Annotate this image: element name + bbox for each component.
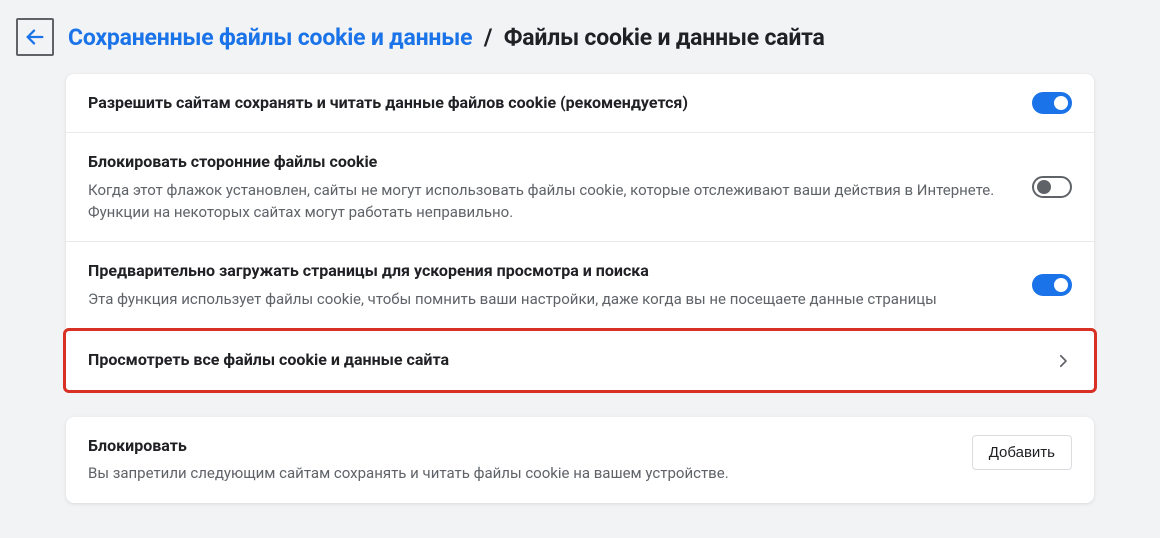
block-section-header: Блокировать Вы запретили следующим сайта… xyxy=(66,417,1094,503)
toggle-preload[interactable] xyxy=(1032,274,1072,296)
page-header: Сохраненные файлы cookie и данные / Файл… xyxy=(0,0,1160,74)
highlighted-row-container: Просмотреть все файлы cookie и данные са… xyxy=(63,328,1097,392)
setting-description: Когда этот флажок установлен, сайты не м… xyxy=(88,180,1012,224)
arrow-left-icon xyxy=(24,26,46,48)
toggle-block-third-party[interactable] xyxy=(1032,176,1072,198)
setting-title: Просмотреть все файлы cookie и данные са… xyxy=(88,349,1034,371)
breadcrumb-link[interactable]: Сохраненные файлы cookie и данные xyxy=(68,24,472,51)
setting-block-third-party: Блокировать сторонние файлы cookie Когда… xyxy=(66,133,1094,242)
block-section-description: Вы запретили следующим сайтам сохранять … xyxy=(88,463,952,485)
chevron-right-icon xyxy=(1054,352,1072,370)
setting-title: Разрешить сайтам сохранять и читать данн… xyxy=(88,92,1012,114)
see-all-cookies-link[interactable]: Просмотреть все файлы cookie и данные са… xyxy=(66,331,1094,389)
block-section-title: Блокировать xyxy=(88,435,952,457)
setting-description: Эта функция использует файлы cookie, что… xyxy=(88,289,1012,311)
setting-allow-cookies: Разрешить сайтам сохранять и читать данн… xyxy=(66,74,1094,133)
settings-card: Разрешить сайтам сохранять и читать данн… xyxy=(66,74,1094,328)
breadcrumb: Сохраненные файлы cookie и данные / Файл… xyxy=(68,24,825,51)
breadcrumb-current: Файлы cookie и данные сайта xyxy=(504,24,825,51)
back-button[interactable] xyxy=(16,18,54,56)
breadcrumb-separator: / xyxy=(484,24,492,51)
add-button[interactable]: Добавить xyxy=(972,435,1072,470)
setting-preload: Предварительно загружать страницы для ус… xyxy=(66,242,1094,328)
setting-title: Блокировать сторонние файлы cookie xyxy=(88,151,1012,173)
block-section-card: Блокировать Вы запретили следующим сайта… xyxy=(66,417,1094,503)
setting-title: Предварительно загружать страницы для ус… xyxy=(88,260,1012,282)
toggle-allow-cookies[interactable] xyxy=(1032,92,1072,114)
